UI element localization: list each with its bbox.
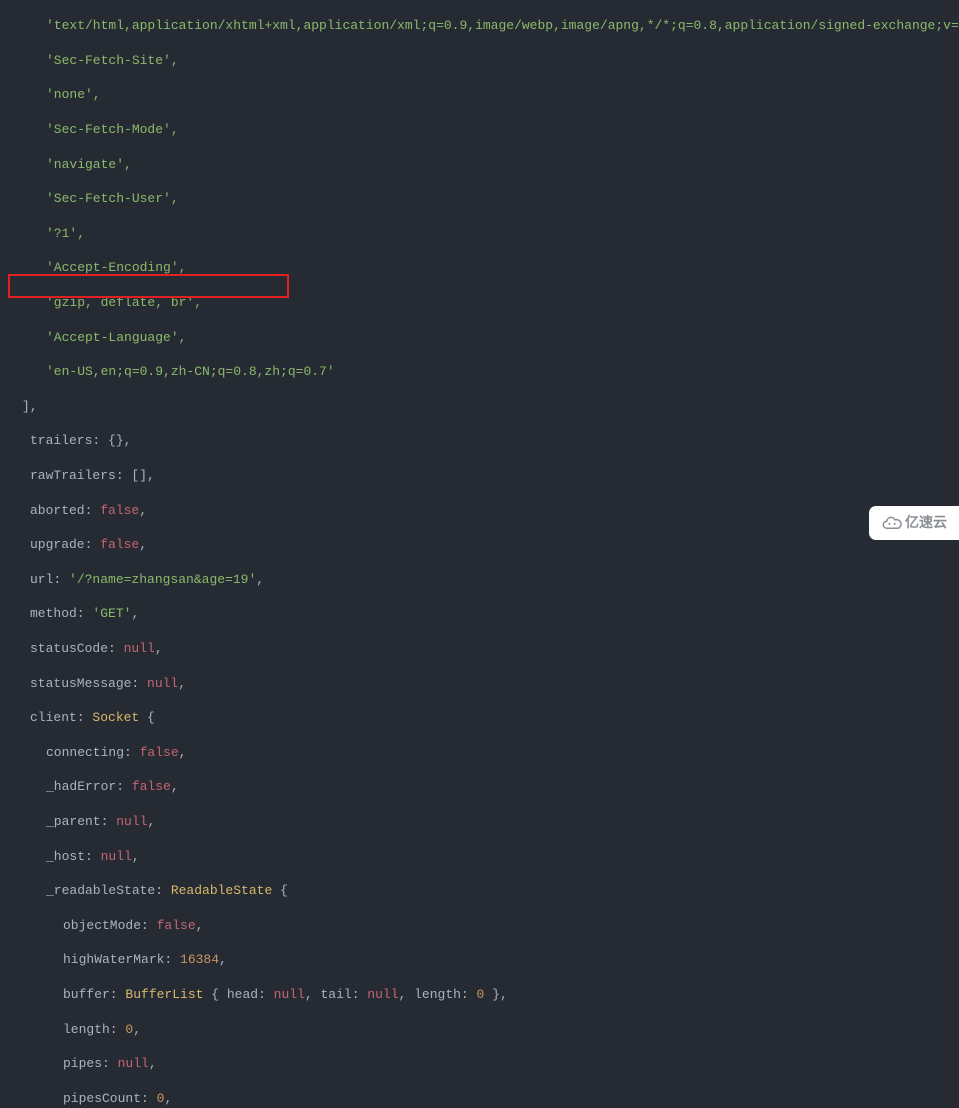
code-block: 'text/html,application/xhtml+xml,applica… [0,0,959,1108]
code-line: 'Sec-Fetch-User', [8,190,959,207]
code-line: buffer: BufferList { head: null, tail: n… [8,986,959,1003]
code-line: trailers: {}, [8,432,959,449]
code-line: pipesCount: 0, [8,1090,959,1107]
code-line: '?1', [8,225,959,242]
watermark-badge: 亿速云 [869,506,959,540]
code-line: highWaterMark: 16384, [8,951,959,968]
code-line-url: url: '/?name=zhangsan&age=19', [8,571,959,588]
code-line: 'navigate', [8,156,959,173]
code-line: aborted: false, [8,502,959,519]
code-line: method: 'GET', [8,605,959,622]
code-line: upgrade: false, [8,536,959,553]
code-line: _parent: null, [8,813,959,830]
code-line: ], [8,398,959,415]
code-line: statusCode: null, [8,640,959,657]
code-line: 'none', [8,86,959,103]
code-line: 'Sec-Fetch-Site', [8,52,959,69]
code-line: _readableState: ReadableState { [8,882,959,899]
code-line: 'gzip, deflate, br', [8,294,959,311]
code-line: 'text/html,application/xhtml+xml,applica… [8,17,959,34]
watermark-text: 亿速云 [905,514,947,531]
code-line: statusMessage: null, [8,675,959,692]
code-line: length: 0, [8,1021,959,1038]
code-line: 'Sec-Fetch-Mode', [8,121,959,138]
code-line: client: Socket { [8,709,959,726]
code-line: objectMode: false, [8,917,959,934]
code-line: _hadError: false, [8,778,959,795]
code-line: 'en-US,en;q=0.9,zh-CN;q=0.8,zh;q=0.7' [8,363,959,380]
cloud-icon [881,516,903,530]
code-line: _host: null, [8,848,959,865]
code-line: pipes: null, [8,1055,959,1072]
code-line: 'Accept-Language', [8,329,959,346]
code-line: 'Accept-Encoding', [8,259,959,276]
code-line: connecting: false, [8,744,959,761]
code-line: rawTrailers: [], [8,467,959,484]
